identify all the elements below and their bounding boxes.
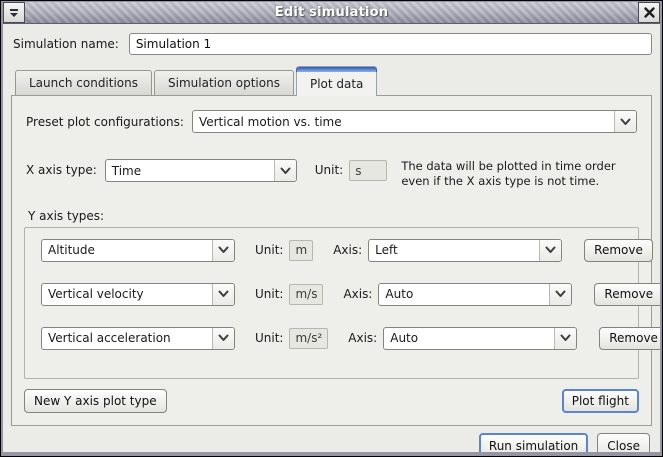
tab-label: Simulation options [168,76,280,90]
remove-button[interactable]: Remove [599,327,662,350]
close-window-button[interactable] [638,2,660,23]
tab-simulation-options[interactable]: Simulation options [154,70,294,95]
y-axis-type-value: Vertical velocity [42,287,212,301]
y-axis-type-select[interactable]: Vertical acceleration [41,327,235,350]
x-axis-unit-value: s [349,160,387,181]
chevron-down-icon [549,284,571,305]
tab-label: Plot data [310,77,363,91]
x-axis-unit-label: Unit: [315,159,343,182]
dialog-content: Simulation name: Launch conditions Simul… [3,24,660,456]
edit-simulation-dialog: Edit simulation Simulation name: Launch … [1,1,662,456]
chevron-down-icon [212,328,234,349]
y-axis-type-select[interactable]: Vertical velocity [41,283,235,306]
axis-select[interactable]: Auto [378,283,572,306]
x-axis-row: X axis type: Time Unit: s The data will … [26,159,637,189]
chevron-down-icon [212,284,234,305]
panel-bottom-row: New Y axis plot type Plot flight [24,379,639,413]
preset-config-value: Vertical motion vs. time [193,115,614,129]
chevron-down-icon [554,328,576,349]
axis-value: Auto [379,287,549,301]
x-axis-type-select[interactable]: Time [105,159,297,182]
simulation-name-label: Simulation name: [13,37,119,51]
axis-select[interactable]: Left [368,239,562,262]
axis-label: Axis: [343,283,372,306]
y-axis-types-group: Altitude Unit: m Axis: Left [24,227,639,379]
title-bar[interactable]: Edit simulation [3,2,660,24]
plot-data-panel: Preset plot configurations: Vertical mot… [11,95,652,426]
tab-label: Launch conditions [29,76,138,90]
x-axis-note: The data will be plotted in time order e… [401,159,637,189]
tab-bar: Launch conditions Simulation options Plo… [15,65,652,95]
unit-label: Unit: [255,283,283,306]
chevron-down-icon [274,160,296,181]
x-axis-type-label: X axis type: [26,159,97,182]
unit-label: Unit: [255,239,283,262]
plot-flight-button[interactable]: Plot flight [562,389,639,413]
close-button[interactable]: Close [597,433,650,456]
axis-select[interactable]: Auto [383,327,577,350]
preset-config-label: Preset plot configurations: [26,115,184,129]
window-title: Edit simulation [25,2,638,23]
y-axis-row-vertical-acceleration: Vertical acceleration Unit: m/s² Axis: A… [41,327,624,350]
y-axis-type-value: Vertical acceleration [42,331,212,345]
simulation-name-row: Simulation name: [13,33,652,55]
remove-button[interactable]: Remove [594,283,662,306]
y-axis-type-value: Altitude [42,243,212,257]
new-y-axis-plot-type-button[interactable]: New Y axis plot type [24,389,167,413]
y-axis-row-altitude: Altitude Unit: m Axis: Left [41,239,624,262]
dialog-footer: Run simulation Close [11,426,652,456]
chevron-down-icon [212,240,234,261]
y-axis-type-select[interactable]: Altitude [41,239,235,262]
run-simulation-button[interactable]: Run simulation [479,433,588,456]
close-icon [643,6,656,19]
axis-label: Axis: [333,239,362,262]
axis-value: Auto [384,331,554,345]
x-axis-type-value: Time [106,164,274,178]
dialog-window-frame: Edit simulation Simulation name: Launch … [0,0,663,457]
unit-value: m/s² [289,328,328,349]
unit-value: m/s [289,284,323,305]
unit-value: m [289,240,313,261]
y-axis-row-vertical-velocity: Vertical velocity Unit: m/s Axis: Auto [41,283,624,306]
chevron-down-icon [614,111,636,132]
window-menu-button[interactable] [3,2,25,23]
chevron-down-icon [539,240,561,261]
preset-config-select[interactable]: Vertical motion vs. time [192,110,637,133]
tab-launch-conditions[interactable]: Launch conditions [15,70,152,95]
axis-label: Axis: [348,327,377,350]
preset-config-row: Preset plot configurations: Vertical mot… [26,110,637,133]
remove-button[interactable]: Remove [584,239,653,262]
tab-plot-data[interactable]: Plot data [296,66,377,96]
unit-label: Unit: [255,327,283,350]
y-axis-types-label: Y axis types: [28,209,639,223]
window-menu-icon [7,6,21,20]
axis-value: Left [369,243,539,257]
simulation-name-input[interactable] [129,33,652,55]
